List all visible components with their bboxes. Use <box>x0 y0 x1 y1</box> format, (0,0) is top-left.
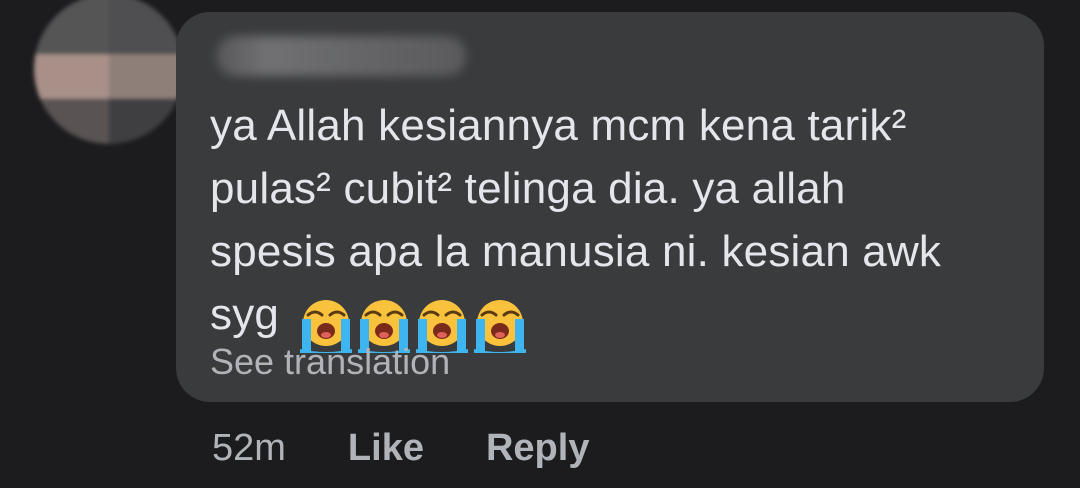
reply-button[interactable]: Reply <box>486 427 589 470</box>
comment-timestamp[interactable]: 52m <box>212 427 286 470</box>
see-translation-link[interactable]: See translation <box>210 342 450 382</box>
loudly-crying-face-icon <box>473 300 526 353</box>
comment-bubble: ya Allah kesiannya mcm kena tarik² pulas… <box>176 12 1044 402</box>
comment-line-3: spesis apa la manusia ni. kesian awk <box>210 227 942 276</box>
comment-actions: 52m Like Reply <box>212 424 589 472</box>
author-name-redacted[interactable] <box>216 36 466 76</box>
like-button[interactable]: Like <box>348 427 424 470</box>
avatar[interactable] <box>34 0 184 144</box>
comment-line-2: pulas² cubit² telinga dia. ya allah <box>210 164 846 213</box>
comment-line-4: syg <box>210 290 280 339</box>
comment-line-1: ya Allah kesiannya mcm kena tarik² <box>210 101 907 150</box>
comment-text: ya Allah kesiannya mcm kena tarik² pulas… <box>210 94 1030 360</box>
